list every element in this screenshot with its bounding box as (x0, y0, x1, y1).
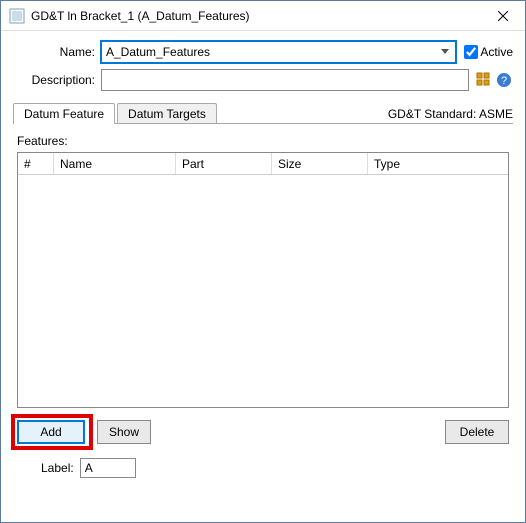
standard-label: GD&T Standard: ASME (388, 107, 513, 124)
label-field-label: Label: (41, 461, 74, 475)
help-button[interactable]: ? (495, 71, 513, 89)
description-input[interactable] (101, 69, 469, 91)
name-label: Name: (13, 45, 101, 59)
table-header: # Name Part Size Type (18, 153, 508, 175)
app-icon (9, 8, 25, 24)
tab-datum-feature[interactable]: Datum Feature (13, 103, 115, 124)
features-heading: Features: (17, 134, 513, 148)
col-header-type[interactable]: Type (368, 153, 508, 174)
col-header-size[interactable]: Size (272, 153, 368, 174)
active-checkbox[interactable] (464, 45, 478, 59)
grid-icon (476, 72, 492, 88)
window-title: GD&T ln Bracket_1 (A_Datum_Features) (31, 9, 480, 23)
features-table: # Name Part Size Type (17, 152, 509, 408)
active-checkbox-wrap[interactable]: Active (464, 45, 513, 59)
titlebar: GD&T ln Bracket_1 (A_Datum_Features) (1, 1, 525, 31)
svg-text:?: ? (501, 75, 507, 87)
name-combobox[interactable] (101, 41, 456, 63)
description-label: Description: (13, 73, 101, 87)
close-icon (498, 11, 508, 21)
help-icon: ? (496, 72, 512, 88)
table-body[interactable] (18, 175, 508, 407)
col-header-num[interactable]: # (18, 153, 54, 174)
add-button[interactable]: Add (17, 420, 85, 444)
label-input[interactable] (80, 458, 136, 478)
dialog-window: GD&T ln Bracket_1 (A_Datum_Features) Nam… (0, 0, 526, 523)
tab-datum-targets[interactable]: Datum Targets (117, 103, 217, 124)
close-button[interactable] (480, 1, 525, 30)
delete-button[interactable]: Delete (445, 420, 509, 444)
col-header-part[interactable]: Part (176, 153, 272, 174)
manage-button[interactable] (475, 71, 493, 89)
col-header-name[interactable]: Name (54, 153, 176, 174)
active-label: Active (480, 45, 513, 59)
show-button[interactable]: Show (97, 420, 151, 444)
